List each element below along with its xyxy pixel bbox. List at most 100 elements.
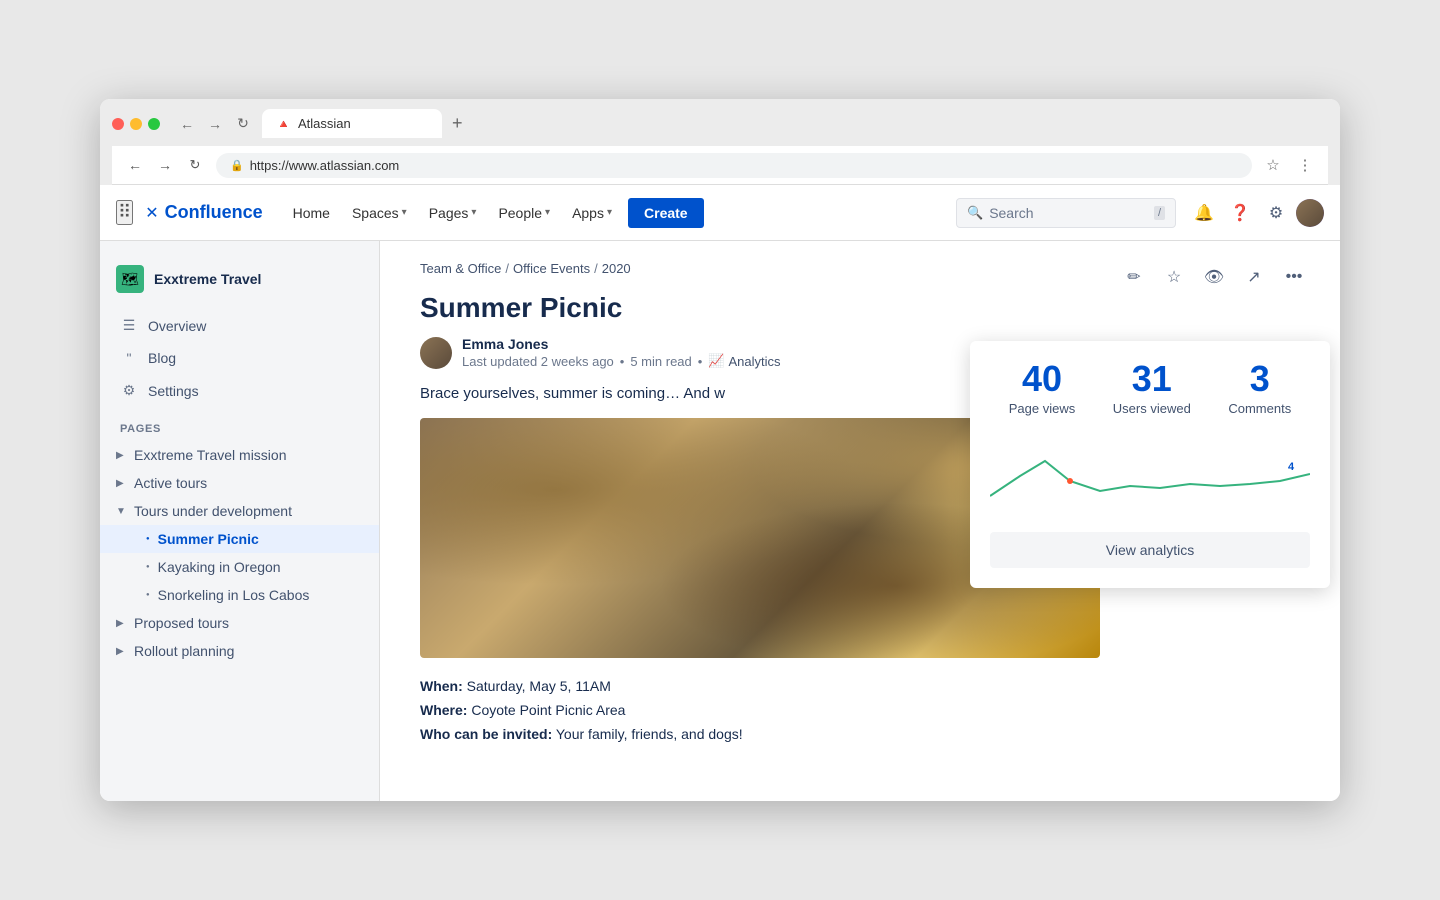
tree-bullet-icon: ● [146, 592, 150, 598]
settings-button[interactable]: ⚙ [1260, 197, 1292, 229]
more-options-button[interactable]: ••• [1278, 261, 1310, 293]
settings-label: Settings [148, 383, 199, 399]
minimize-dot[interactable] [130, 118, 142, 130]
view-analytics-button[interactable]: View analytics [990, 532, 1310, 568]
analytics-chart: 4 [990, 436, 1310, 516]
tree-item-summer-picnic[interactable]: ● Summer Picnic [100, 525, 379, 553]
space-icon: 🗺 [116, 265, 144, 293]
content-toolbar: ✏ ☆ 👁 ↗ ••• [1118, 261, 1310, 293]
tree-item-kayaking[interactable]: ● Kayaking in Oregon [100, 553, 379, 581]
tree-item-label: Summer Picnic [158, 531, 363, 547]
back-button[interactable]: ← [176, 113, 198, 135]
when-label: When: [420, 678, 463, 694]
apps-nav-item[interactable]: Apps ▾ [562, 199, 622, 227]
author-meta: Last updated 2 weeks ago • 5 min read • … [462, 353, 781, 369]
tree-item-proposed[interactable]: ▶ Proposed tours [100, 609, 379, 637]
author-avatar [420, 337, 452, 369]
breadcrumb-office[interactable]: Office Events [513, 261, 590, 276]
search-box[interactable]: 🔍 Search / [956, 198, 1176, 228]
home-nav-item[interactable]: Home [283, 199, 340, 227]
breadcrumb-sep-2: / [594, 261, 598, 276]
star-page-button[interactable]: ☆ [1158, 261, 1190, 293]
analytics-link-text: Analytics [729, 354, 781, 369]
more-button[interactable]: ⋮ [1292, 152, 1318, 178]
share-button[interactable]: ↗ [1238, 261, 1270, 293]
user-avatar[interactable] [1296, 199, 1324, 227]
tree-item-label: Active tours [134, 475, 363, 491]
help-button[interactable]: ❓ [1224, 197, 1256, 229]
settings-gear-icon: ⚙ [120, 382, 138, 399]
people-nav-item[interactable]: People ▾ [488, 199, 560, 227]
analytics-link[interactable]: 📈 Analytics [708, 353, 780, 369]
close-dot[interactable] [112, 118, 124, 130]
fullscreen-dot[interactable] [148, 118, 160, 130]
people-label: People [498, 205, 542, 221]
new-tab-button[interactable]: + [448, 109, 467, 138]
pages-nav-item[interactable]: Pages ▾ [419, 199, 487, 227]
pages-section-label: PAGES [100, 407, 379, 441]
users-viewed-stat: 31 Users viewed [1113, 361, 1191, 416]
tree-bullet-icon: ● [146, 564, 150, 570]
app-content: ⠿ ✕ Confluence Home Spaces ▾ Pages ▾ Peo [100, 185, 1340, 801]
tree-item-snorkeling[interactable]: ● Snorkeling in Los Cabos [100, 581, 379, 609]
where-row: Where: Coyote Point Picnic Area [420, 702, 1300, 718]
where-value: Coyote Point Picnic Area [471, 702, 625, 718]
spaces-nav-item[interactable]: Spaces ▾ [342, 199, 417, 227]
when-row: When: Saturday, May 5, 11AM [420, 678, 1300, 694]
search-icon: 🔍 [967, 205, 983, 221]
sidebar-blog[interactable]: " Blog [100, 342, 379, 374]
tree-item-mission[interactable]: ▶ Exxtreme Travel mission [100, 441, 379, 469]
nav-items: Home Spaces ▾ Pages ▾ People ▾ Apps ▾ [283, 198, 704, 228]
tree-chevron-icon: ▶ [116, 618, 128, 629]
who-row: Who can be invited: Your family, friends… [420, 726, 1300, 742]
chart-end-label: 4 [1288, 461, 1295, 473]
tree-item-rollout[interactable]: ▶ Rollout planning [100, 637, 379, 665]
breadcrumb-team[interactable]: Team & Office [420, 261, 501, 276]
chart-svg: 4 [990, 436, 1310, 516]
sidebar: 🗺 Exxtreme Travel ☰ Overview " Blog ⚙ Se… [100, 241, 380, 801]
content-area: Team & Office / Office Events / 2020 ✏ ☆… [380, 241, 1340, 801]
addr-forward-button[interactable]: → [152, 152, 178, 178]
tab-title: Atlassian [298, 116, 351, 131]
tree-item-tours-under[interactable]: ▼ Tours under development [100, 497, 379, 525]
stats-row: 40 Page views 31 Users viewed 3 Comments [990, 361, 1310, 416]
addr-refresh-button[interactable]: ↻ [182, 152, 208, 178]
logo-text: Confluence [165, 202, 263, 223]
tree-item-label: Kayaking in Oregon [158, 559, 363, 575]
url-text: https://www.atlassian.com [250, 158, 400, 173]
tree-item-label: Exxtreme Travel mission [134, 447, 363, 463]
chart-dot [1067, 478, 1073, 484]
tree-chevron-icon: ▶ [116, 646, 128, 657]
addr-back-button[interactable]: ← [122, 152, 148, 178]
dot-separator-2: • [698, 354, 703, 369]
space-name: Exxtreme Travel [154, 271, 261, 287]
refresh-button[interactable]: ↻ [232, 113, 254, 135]
sidebar-settings[interactable]: ⚙ Settings [100, 374, 379, 407]
tree-item-label: Proposed tours [134, 615, 363, 631]
dot-separator: • [620, 354, 625, 369]
page-views-stat: 40 Page views [1009, 361, 1075, 416]
watch-button[interactable]: 👁 [1198, 261, 1230, 293]
address-field[interactable]: 🔒 https://www.atlassian.com [216, 153, 1252, 178]
grid-menu-button[interactable]: ⠿ [116, 200, 133, 225]
star-button[interactable]: ☆ [1260, 152, 1286, 178]
author-info: Emma Jones Last updated 2 weeks ago • 5 … [462, 336, 781, 369]
tree-item-active-tours[interactable]: ▶ Active tours [100, 469, 379, 497]
forward-button[interactable]: → [204, 113, 226, 135]
browser-window: ← → ↻ 🔺 Atlassian + ← → ↻ 🔒 https://www.… [100, 99, 1340, 801]
overview-icon: ☰ [120, 317, 138, 334]
sidebar-overview[interactable]: ☰ Overview [100, 309, 379, 342]
edit-button[interactable]: ✏ [1118, 261, 1150, 293]
breadcrumb-year[interactable]: 2020 [602, 261, 631, 276]
nav-icon-buttons: 🔔 ❓ ⚙ [1188, 197, 1324, 229]
page-views-number: 40 [1009, 361, 1075, 397]
avatar-image [1296, 199, 1324, 227]
space-emoji: 🗺 [121, 271, 139, 288]
active-tab[interactable]: 🔺 Atlassian [262, 109, 442, 138]
create-button[interactable]: Create [628, 198, 704, 228]
blog-icon: " [120, 350, 138, 366]
traffic-lights [112, 118, 160, 130]
chart-icon: 📈 [708, 353, 724, 369]
lock-icon: 🔒 [230, 159, 244, 172]
notifications-button[interactable]: 🔔 [1188, 197, 1220, 229]
